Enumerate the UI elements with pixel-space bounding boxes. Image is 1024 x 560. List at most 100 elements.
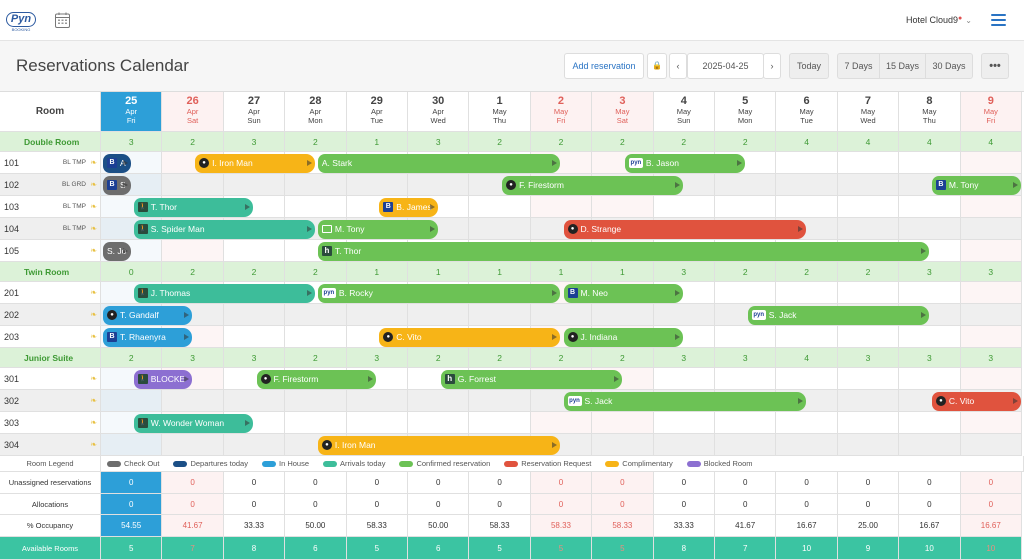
reservation-bar[interactable]: A. Stark: [317, 153, 561, 173]
day-cell[interactable]: [592, 412, 654, 434]
room-label[interactable]: 105 ❧: [0, 240, 101, 262]
day-cell[interactable]: [837, 174, 900, 196]
day-cell[interactable]: [469, 390, 531, 412]
reservation-bar[interactable]: S. Jo: [103, 241, 131, 261]
day-header[interactable]: 30 Apr Wed: [408, 92, 470, 132]
day-cell[interactable]: [469, 304, 531, 326]
date-input[interactable]: 2025-04-25: [687, 53, 764, 79]
day-header[interactable]: 9 May Fri: [960, 92, 1022, 132]
day-cell[interactable]: [837, 368, 900, 390]
day-cell[interactable]: [899, 368, 961, 390]
day-cell[interactable]: [837, 218, 900, 240]
hotel-selector[interactable]: Hotel Cloud9● ⌄: [906, 15, 972, 25]
day-cell[interactable]: [285, 174, 347, 196]
day-cell[interactable]: [162, 240, 224, 262]
day-header[interactable]: 27 Apr Sun: [223, 92, 286, 132]
day-cell[interactable]: [101, 390, 163, 412]
reservation-bar[interactable]: pyn S. Jack: [563, 391, 807, 411]
reservation-bar[interactable]: pyn S. Jack: [747, 305, 929, 325]
day-cell[interactable]: [776, 174, 838, 196]
view-30-days-button[interactable]: 30 Days: [926, 54, 972, 78]
day-header[interactable]: 26 Apr Sat: [162, 92, 224, 132]
day-cell[interactable]: [715, 434, 777, 456]
day-cell[interactable]: [162, 434, 224, 456]
day-cell[interactable]: [101, 434, 163, 456]
day-cell[interactable]: [960, 196, 1022, 218]
day-cell[interactable]: [653, 434, 715, 456]
day-cell[interactable]: [469, 412, 531, 434]
lock-icon[interactable]: 🔒: [647, 53, 667, 79]
reservation-bar[interactable]: ● C. Vito: [379, 327, 561, 347]
reservation-bar[interactable]: B B. James: [379, 197, 438, 217]
today-button[interactable]: Today: [789, 53, 829, 79]
calendar-icon[interactable]: [55, 12, 70, 28]
day-cell[interactable]: [285, 390, 347, 412]
room-label[interactable]: 203 ❧: [0, 326, 101, 348]
day-header[interactable]: 29 Apr Tue: [346, 92, 408, 132]
reservation-bar[interactable]: pyn B. Rocky: [317, 283, 561, 303]
day-cell[interactable]: [530, 412, 593, 434]
view-7-days-button[interactable]: 7 Days: [838, 54, 880, 78]
day-cell[interactable]: [346, 390, 408, 412]
day-cell[interactable]: [653, 196, 715, 218]
day-cell[interactable]: [960, 326, 1022, 348]
day-cell[interactable]: [346, 412, 408, 434]
reservation-bar[interactable]: 🚶 S. Spider Man: [133, 219, 315, 239]
day-cell[interactable]: [960, 304, 1022, 326]
day-cell[interactable]: [469, 218, 531, 240]
day-cell[interactable]: [715, 326, 777, 348]
reservation-bar[interactable]: 🚶 J. Thomas: [133, 283, 315, 303]
day-cell[interactable]: [715, 174, 777, 196]
day-cell[interactable]: [592, 304, 654, 326]
day-cell[interactable]: [837, 434, 900, 456]
day-cell[interactable]: [592, 434, 654, 456]
day-cell[interactable]: [715, 368, 777, 390]
reservation-bar[interactable]: M. Tony: [317, 219, 438, 239]
reservation-bar[interactable]: ● F. Firestorm: [256, 369, 377, 389]
room-label[interactable]: 303 ❧: [0, 412, 101, 434]
reservation-bar[interactable]: ● J. Indiana: [563, 327, 684, 347]
room-label[interactable]: 101 BL TMP ❧: [0, 152, 101, 174]
brand-logo[interactable]: Pyn BOOKING: [6, 9, 36, 32]
day-header[interactable]: 7 May Wed: [837, 92, 900, 132]
day-header[interactable]: 5 May Mon: [715, 92, 777, 132]
room-type-header[interactable]: Junior Suite: [0, 348, 101, 368]
day-cell[interactable]: [285, 326, 347, 348]
reservation-bar[interactable]: 🚶 T. Thor: [133, 197, 254, 217]
day-cell[interactable]: [162, 390, 224, 412]
day-header[interactable]: 6 May Tue: [776, 92, 838, 132]
day-cell[interactable]: [408, 304, 470, 326]
day-cell[interactable]: [960, 368, 1022, 390]
day-cell[interactable]: [285, 196, 347, 218]
day-cell[interactable]: [899, 282, 961, 304]
room-label[interactable]: 201 ❧: [0, 282, 101, 304]
day-cell[interactable]: [899, 434, 961, 456]
day-header[interactable]: 28 Apr Mon: [285, 92, 347, 132]
day-cell[interactable]: [899, 326, 961, 348]
day-cell[interactable]: [837, 390, 900, 412]
day-cell[interactable]: [960, 152, 1022, 174]
day-cell[interactable]: [899, 152, 961, 174]
day-cell[interactable]: [899, 412, 961, 434]
reservation-bar[interactable]: ● C. Vito: [931, 391, 1021, 411]
day-cell[interactable]: [776, 326, 838, 348]
hamburger-menu-icon[interactable]: [991, 14, 1006, 26]
day-cell[interactable]: [223, 240, 286, 262]
room-label[interactable]: 103 BL TMP ❧: [0, 196, 101, 218]
room-label[interactable]: 302 ❧: [0, 390, 101, 412]
add-reservation-button[interactable]: Add reservation: [564, 53, 644, 79]
day-cell[interactable]: [776, 368, 838, 390]
day-cell[interactable]: [346, 174, 408, 196]
day-cell[interactable]: [408, 390, 470, 412]
day-cell[interactable]: [285, 412, 347, 434]
reservation-bar[interactable]: B T. Rhaenyra: [103, 327, 193, 347]
reservation-bar[interactable]: ● D. Strange: [563, 219, 807, 239]
day-cell[interactable]: [223, 304, 286, 326]
day-cell[interactable]: [223, 390, 286, 412]
day-cell[interactable]: [530, 304, 593, 326]
room-label[interactable]: 102 BL GRD ❧: [0, 174, 101, 196]
day-cell[interactable]: [837, 326, 900, 348]
reservation-bar[interactable]: BA: [103, 153, 131, 173]
room-label[interactable]: 202 ❧: [0, 304, 101, 326]
more-options-button[interactable]: •••: [981, 53, 1009, 79]
